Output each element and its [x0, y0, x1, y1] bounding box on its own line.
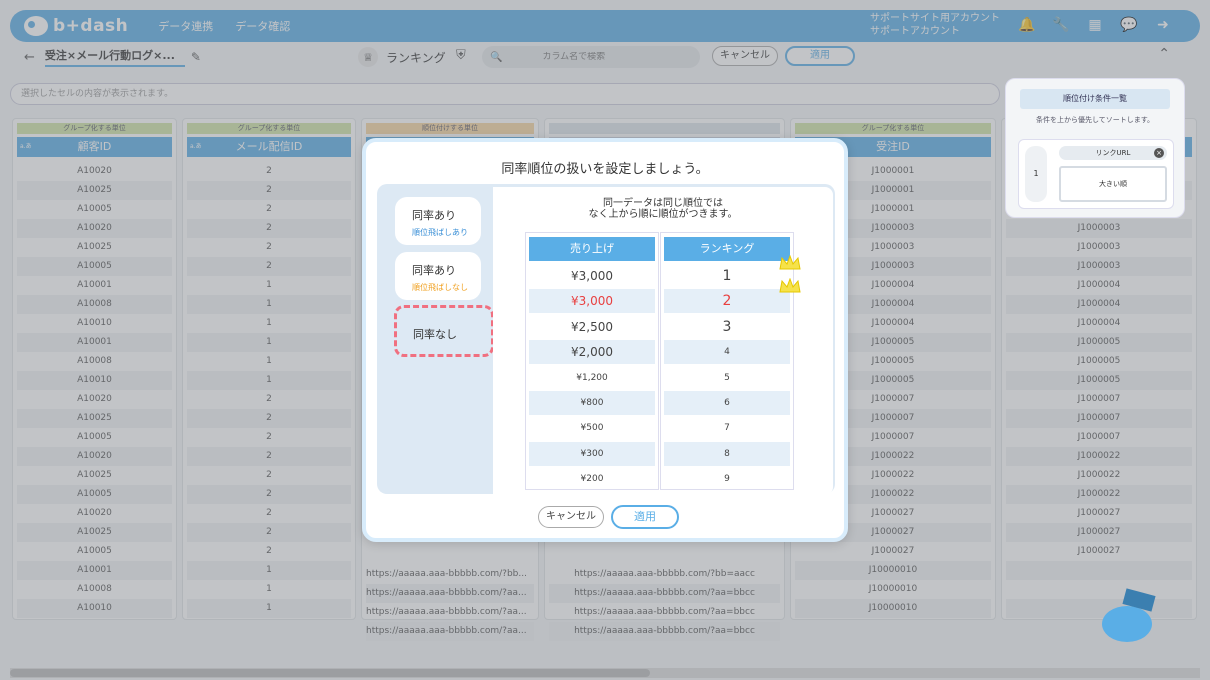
option-label: 同率あり: [412, 264, 456, 277]
sales-cell: ¥500: [580, 423, 604, 433]
sales-header: 売り上げ: [529, 237, 655, 261]
condition-chip-label: リンクURL: [1095, 149, 1131, 157]
ranking-conditions-title: 順位付け条件一覧: [1020, 89, 1170, 109]
ranking-conditions-subtitle: 条件を上から優先してソートします。: [1035, 116, 1155, 124]
sales-table: 売り上げ ¥3,000 ¥3,000 ¥2,500 ¥2,000 ¥1,200 ¥800 ¥…: [525, 232, 659, 490]
option-label: 同率なし: [413, 328, 457, 341]
option-tie-skip[interactable]: 同率あり 順位飛ばしあり: [395, 197, 481, 245]
modal-cancel-button[interactable]: キャンセル: [538, 506, 604, 528]
option-no-tie[interactable]: 同率なし: [394, 305, 494, 357]
sales-cell: ¥1,200: [576, 373, 608, 383]
modal-apply-button[interactable]: 適用: [611, 505, 679, 529]
sales-cell: ¥3,000: [571, 269, 613, 283]
ranking-cell: 7: [724, 423, 730, 433]
sales-cell: ¥3,000: [529, 289, 655, 313]
ranking-table: ランキング 1 2 3 4 5 6 7 8 9: [660, 232, 794, 490]
crown-icon: [779, 255, 801, 270]
crown-icon: [779, 278, 801, 293]
ranking-cell: 8: [664, 442, 790, 466]
sales-cell: ¥2,000: [529, 340, 655, 364]
modal-title: 同率順位の扱いを設定しましょう。: [501, 162, 709, 177]
ranking-condition-card[interactable]: 1 リンクURL × 大きい順: [1018, 139, 1174, 209]
sales-cell: ¥200: [580, 474, 604, 484]
ranking-cell: 5: [724, 373, 730, 383]
option-sub-label: 順位飛ばしあり: [412, 228, 468, 237]
ranking-cell: 1: [722, 268, 732, 284]
ranking-cell: 6: [664, 391, 790, 415]
option-tie-no-skip[interactable]: 同率あり 順位飛ばしなし: [395, 252, 481, 300]
description-line2: なく上から順に順位がつきます。: [588, 209, 738, 220]
condition-chip: リンクURL ×: [1059, 146, 1167, 160]
modal-content: 同率あり 順位飛ばしあり 同率あり 順位飛ばしなし 同率なし 同一データは同じ順…: [377, 184, 835, 495]
ranking-cell: 9: [724, 474, 730, 484]
sales-cell: ¥800: [529, 391, 655, 415]
mascot-icon[interactable]: [1098, 588, 1156, 652]
condition-number: 1: [1025, 146, 1047, 202]
example-description: 同一データは同じ順位では なく上から順に順位がつきます。: [493, 198, 833, 220]
ranking-cell: 3: [722, 319, 732, 335]
option-label: 同率あり: [412, 209, 456, 222]
ranking-cell: 2: [664, 289, 790, 313]
ranking-cell: 4: [664, 340, 790, 364]
mascot-head: [1102, 606, 1152, 642]
close-icon[interactable]: ×: [1154, 148, 1164, 158]
ranking-conditions-panel: 順位付け条件一覧 条件を上から優先してソートします。 1 リンクURL × 大きい…: [1005, 78, 1185, 218]
condition-order[interactable]: 大きい順: [1059, 166, 1167, 202]
option-sub-label: 順位飛ばしなし: [412, 283, 468, 292]
tie-ranking-modal: 同率順位の扱いを設定しましょう。 同率あり 順位飛ばしあり 同率あり 順位飛ばし…: [362, 138, 848, 542]
example-panel: 同一データは同じ順位では なく上から順に順位がつきます。 売り上げ ¥3,000…: [493, 187, 833, 495]
sales-cell: ¥300: [529, 442, 655, 466]
sales-cell: ¥2,500: [571, 320, 613, 334]
ranking-header: ランキング: [664, 237, 790, 261]
description-line1: 同一データは同じ順位では: [603, 198, 723, 209]
